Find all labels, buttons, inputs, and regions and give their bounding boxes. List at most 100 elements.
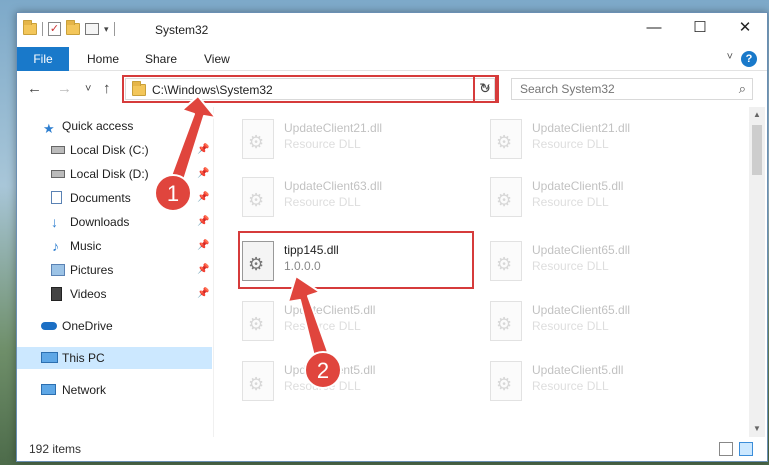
file-name: UpdateClient63.dll	[284, 179, 383, 193]
file-name: UpdateClient5.dll	[532, 179, 624, 193]
minimize-button[interactable]: —	[631, 13, 677, 43]
file-type: Resource DLL	[532, 195, 609, 209]
documents-icon	[51, 191, 62, 204]
sidebar-item-this-pc[interactable]: This PC	[17, 347, 212, 369]
file-item[interactable]: UpdateClient65.dll Resource DLL	[482, 237, 722, 287]
file-item[interactable]: UpdateClient5.dll Resource DLL	[234, 357, 474, 407]
file-type: Resource DLL	[284, 137, 361, 151]
quick-access-toolbar: ✓ ▾	[23, 20, 115, 36]
address-highlight-box	[122, 75, 497, 103]
tab-share[interactable]: Share	[145, 47, 177, 71]
forward-button[interactable]: →	[57, 80, 72, 97]
qat-dropdown-icon[interactable]: ▾	[104, 24, 109, 35]
sidebar-item-local-disk-d[interactable]: Local Disk (D:) 📌	[17, 163, 212, 185]
dll-file-icon	[490, 119, 522, 159]
ribbon-tabs: File Home Share View ˅ ?	[17, 47, 767, 71]
sidebar-item-label: Local Disk (D:)	[70, 167, 149, 181]
large-icons-view-icon[interactable]	[739, 442, 753, 456]
file-item[interactable]: UpdateClient21.dll Resource DLL	[234, 115, 474, 165]
cloud-icon	[41, 322, 57, 330]
navigation-pane: ★ Quick access Local Disk (C:) 📌 Local D…	[17, 107, 212, 437]
sidebar-item-label: Downloads	[70, 215, 130, 229]
pin-icon: 📌	[197, 288, 210, 299]
properties-check-icon[interactable]: ✓	[48, 22, 61, 36]
sidebar-item-videos[interactable]: Videos 📌	[17, 283, 212, 305]
sidebar-item-onedrive[interactable]: OneDrive	[17, 315, 212, 337]
pin-icon: 📌	[197, 192, 210, 203]
file-name: UpdateClient21.dll	[284, 121, 383, 135]
sidebar-item-label: Music	[70, 239, 102, 253]
file-name: UpdateClient65.dll	[532, 243, 631, 257]
file-item[interactable]: UpdateClient5.dll Resource DLL	[482, 357, 722, 407]
sidebar-item-local-disk-c[interactable]: Local Disk (C:) 📌	[17, 139, 212, 161]
sidebar-item-label: Documents	[70, 191, 131, 205]
customize-icon[interactable]	[85, 23, 99, 35]
sidebar-item-label: Videos	[70, 287, 107, 301]
tab-view[interactable]: View	[204, 47, 230, 71]
tab-home[interactable]: Home	[87, 47, 119, 71]
sidebar-item-label: Network	[62, 383, 107, 397]
window-title: System32	[155, 23, 209, 37]
drive-icon	[51, 170, 65, 178]
up-button[interactable]: ↑	[103, 80, 111, 97]
title-bar: ✓ ▾ System32 — ☐ ✕	[17, 13, 767, 47]
computer-icon	[41, 352, 58, 363]
scroll-down-icon[interactable]: ▼	[749, 421, 765, 437]
sidebar-item-label: This PC	[62, 351, 105, 365]
videos-icon	[51, 287, 62, 301]
sidebar-item-music[interactable]: ♪ Music 📌	[17, 235, 212, 257]
pin-icon: 📌	[197, 216, 210, 227]
back-button[interactable]: ←	[27, 80, 42, 97]
sidebar-item-downloads[interactable]: ↓ Downloads 📌	[17, 211, 212, 233]
sidebar-item-quick-access[interactable]: ★ Quick access	[17, 115, 212, 137]
divider	[113, 22, 115, 36]
maximize-button[interactable]: ☐	[677, 13, 723, 43]
drive-icon	[51, 146, 65, 154]
scroll-thumb[interactable]	[752, 125, 762, 175]
file-list: UpdateClient21.dll Resource DLL UpdateCl…	[214, 107, 747, 437]
file-item[interactable]: UpdateClient21.dll Resource DLL	[482, 115, 722, 165]
file-highlight-box	[238, 231, 474, 289]
recent-locations-button[interactable]: ˅	[85, 83, 91, 95]
file-type: Resource DLL	[532, 319, 609, 333]
refresh-highlight-box	[473, 75, 499, 103]
pin-icon: 📌	[197, 240, 210, 251]
new-folder-icon[interactable]	[66, 20, 80, 35]
search-icon[interactable]: ⌕	[739, 81, 746, 97]
file-item[interactable]: UpdateClient63.dll Resource DLL	[234, 173, 474, 223]
download-icon: ↓	[51, 214, 58, 230]
navigation-bar: ← → ˅ ↑ C:\Windows\System32 ˅ ↻ ⌕	[17, 73, 767, 105]
file-type: Resource DLL	[532, 379, 609, 393]
search-input[interactable]	[512, 79, 752, 99]
pictures-icon	[51, 264, 65, 276]
file-type: Resource DLL	[284, 319, 361, 333]
item-count: 192 items	[29, 442, 82, 456]
file-name: UpdateClient21.dll	[532, 121, 631, 135]
file-name: UpdateClient5.dll	[532, 363, 624, 377]
scroll-up-icon[interactable]: ▲	[749, 107, 765, 123]
tab-file[interactable]: File	[17, 47, 69, 71]
help-icon[interactable]: ?	[741, 51, 757, 67]
dll-file-icon	[242, 301, 274, 341]
sidebar-item-label: OneDrive	[62, 319, 113, 333]
music-icon: ♪	[52, 238, 59, 254]
close-button[interactable]: ✕	[722, 13, 768, 43]
expand-ribbon-icon[interactable]: ˅	[727, 51, 733, 63]
sidebar-item-documents[interactable]: Documents 📌	[17, 187, 212, 209]
vertical-scrollbar[interactable]: ▲ ▼	[749, 107, 765, 437]
sidebar-item-pictures[interactable]: Pictures 📌	[17, 259, 212, 281]
file-item[interactable]: UpdateClient5.dll Resource DLL	[482, 173, 722, 223]
file-item[interactable]: UpdateClient65.dll Resource DLL	[482, 297, 722, 347]
search-box[interactable]: ⌕	[511, 78, 753, 100]
dll-file-icon	[242, 119, 274, 159]
file-type: Resource DLL	[284, 195, 361, 209]
status-bar: 192 items	[17, 437, 767, 461]
dll-file-icon	[490, 301, 522, 341]
details-view-icon[interactable]	[719, 442, 733, 456]
dll-file-icon	[242, 177, 274, 217]
file-item[interactable]: UpdateClient5.dll Resource DLL	[234, 297, 474, 347]
pin-icon: 📌	[197, 144, 210, 155]
file-type: Resource DLL	[532, 137, 609, 151]
file-name: UpdateClient5.dll	[284, 363, 376, 377]
sidebar-item-network[interactable]: Network	[17, 379, 212, 401]
